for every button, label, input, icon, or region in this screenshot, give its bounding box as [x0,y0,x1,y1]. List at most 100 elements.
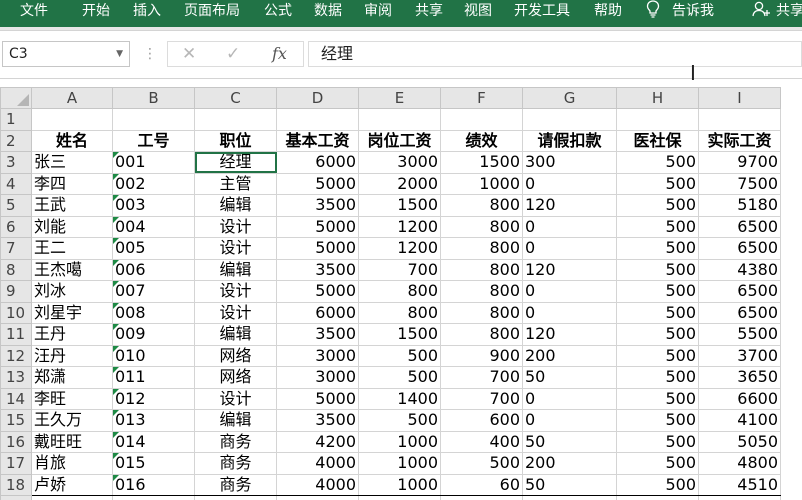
cell-d9[interactable]: 5000 [276,280,359,303]
cell-g8[interactable]: 120 [522,258,617,281]
cell-b9[interactable]: 007 [112,280,195,303]
cell-i11[interactable]: 5500 [698,323,781,346]
cell-c4[interactable]: 主管 [194,172,277,195]
cell-b4[interactable]: 002 [112,172,195,195]
cell-d16[interactable]: 4200 [276,430,359,453]
cell-b2[interactable]: 工号 [112,129,195,152]
cell-h9[interactable]: 500 [616,280,699,303]
cell-d10[interactable]: 6000 [276,301,359,324]
cell-e17[interactable]: 1000 [358,452,441,475]
cell-c5[interactable]: 编辑 [194,194,277,217]
cell-d4[interactable]: 5000 [276,172,359,195]
cell-i5[interactable]: 5180 [698,194,781,217]
tab-insert[interactable]: 插入 [133,0,161,24]
cell-a19[interactable] [31,495,113,500]
cell-a16[interactable]: 戴旺旺 [31,430,113,453]
cell-g11[interactable]: 120 [522,323,617,346]
cell-f4[interactable]: 1000 [440,172,523,195]
cell-i6[interactable]: 6500 [698,215,781,238]
cell-e18[interactable]: 1000 [358,473,441,496]
cell-h19[interactable] [616,495,699,500]
cell-f8[interactable]: 800 [440,258,523,281]
row-header[interactable]: 13 [0,366,32,389]
tab-help[interactable]: 帮助 [594,0,622,24]
cell-d6[interactable]: 5000 [276,215,359,238]
cell-d11[interactable]: 3500 [276,323,359,346]
tab-share-group[interactable]: 共享 [415,0,443,24]
cell-a12[interactable]: 汪丹 [31,344,113,367]
row-header[interactable]: 2 [0,129,32,152]
cell-b15[interactable]: 013 [112,409,195,432]
splitter-dots-icon[interactable]: ⋮ [143,47,157,61]
cell-d12[interactable]: 3000 [276,344,359,367]
cell-c2[interactable]: 职位 [194,129,277,152]
cell-c3[interactable]: 经理 [194,151,277,174]
cell-h12[interactable]: 500 [616,344,699,367]
column-header-d[interactable]: D [276,87,359,109]
cell-c11[interactable]: 编辑 [194,323,277,346]
cell-b5[interactable]: 003 [112,194,195,217]
cell-c17[interactable]: 商务 [194,452,277,475]
name-box[interactable]: C3 ▼ [2,41,130,67]
tab-data[interactable]: 数据 [314,0,342,24]
row-header[interactable]: 18 [0,473,32,496]
cell-a17[interactable]: 肖旅 [31,452,113,475]
cell-f2[interactable]: 绩效 [440,129,523,152]
cell-f14[interactable]: 700 [440,387,523,410]
select-all-corner[interactable] [0,87,32,109]
cell-g3[interactable]: 300 [522,151,617,174]
cell-f5[interactable]: 800 [440,194,523,217]
cell-d15[interactable]: 3500 [276,409,359,432]
tab-view[interactable]: 视图 [464,0,492,24]
cell-i7[interactable]: 6500 [698,237,781,260]
cancel-icon[interactable]: ✕ [182,42,196,66]
cell-d2[interactable]: 基本工资 [276,129,359,152]
cell-i15[interactable]: 4100 [698,409,781,432]
cell-h15[interactable]: 500 [616,409,699,432]
cell-e2[interactable]: 岗位工资 [358,129,441,152]
cell-d14[interactable]: 5000 [276,387,359,410]
cell-a2[interactable]: 姓名 [31,129,113,152]
cell-a5[interactable]: 王武 [31,194,113,217]
cell-g1[interactable] [522,108,617,131]
chevron-down-icon[interactable]: ▼ [116,42,123,66]
cell-h1[interactable] [616,108,699,131]
cell-g4[interactable]: 0 [522,172,617,195]
cell-c12[interactable]: 网络 [194,344,277,367]
cell-h13[interactable]: 500 [616,366,699,389]
cell-a10[interactable]: 刘星宇 [31,301,113,324]
cell-a15[interactable]: 王久万 [31,409,113,432]
cell-e6[interactable]: 1200 [358,215,441,238]
cell-i9[interactable]: 6500 [698,280,781,303]
cell-b11[interactable]: 009 [112,323,195,346]
cell-g17[interactable]: 200 [522,452,617,475]
cell-h2[interactable]: 医社保 [616,129,699,152]
cell-f19[interactable] [440,495,523,500]
cell-i10[interactable]: 6500 [698,301,781,324]
cell-f15[interactable]: 600 [440,409,523,432]
cell-f13[interactable]: 700 [440,366,523,389]
formula-input[interactable]: 经理 [308,41,802,67]
cell-f6[interactable]: 800 [440,215,523,238]
cell-e15[interactable]: 500 [358,409,441,432]
cell-c8[interactable]: 编辑 [194,258,277,281]
cell-e19[interactable] [358,495,441,500]
column-header-b[interactable]: B [112,87,195,109]
enter-check-icon[interactable]: ✓ [226,42,240,66]
cell-f17[interactable]: 500 [440,452,523,475]
cell-i8[interactable]: 4380 [698,258,781,281]
cell-e13[interactable]: 500 [358,366,441,389]
cell-g19[interactable] [522,495,617,500]
cell-h11[interactable]: 500 [616,323,699,346]
cell-b1[interactable] [112,108,195,131]
column-header-i[interactable]: I [698,87,781,109]
cell-a3[interactable]: 张三 [31,151,113,174]
row-header[interactable]: 7 [0,237,32,260]
cell-c13[interactable]: 网络 [194,366,277,389]
row-header[interactable]: 1 [0,108,32,131]
cell-d13[interactable]: 3000 [276,366,359,389]
cell-d3[interactable]: 6000 [276,151,359,174]
cell-i4[interactable]: 7500 [698,172,781,195]
cell-g7[interactable]: 0 [522,237,617,260]
row-header[interactable]: 4 [0,172,32,195]
